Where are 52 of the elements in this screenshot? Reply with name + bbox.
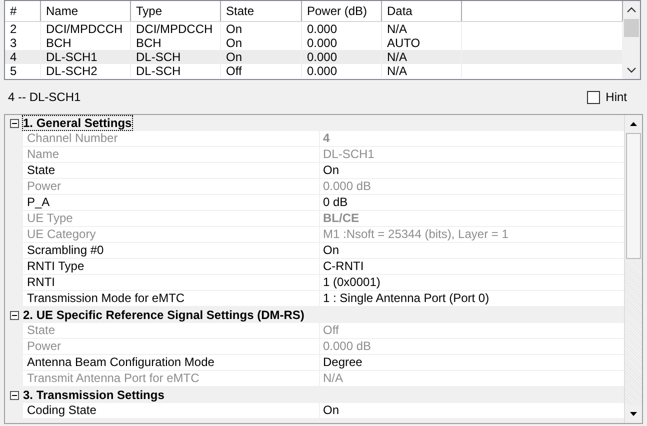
property-name[interactable]: Transmission Mode for eMTC	[23, 291, 320, 307]
property-name[interactable]: Antenna Beam Configuration Mode	[23, 355, 320, 371]
property-value[interactable]: On	[320, 403, 624, 419]
scroll-down-icon[interactable]	[629, 411, 638, 417]
table-cell: N/A	[382, 64, 462, 78]
category-title[interactable]: 3. Transmission Settings	[23, 388, 164, 402]
table-cell: 2	[5, 22, 41, 36]
selection-label: 4 -- DL-SCH1	[8, 90, 81, 104]
table-cell: DL-SCH	[131, 50, 221, 64]
table-cell: On	[221, 22, 302, 36]
property-value[interactable]: Degree	[320, 355, 624, 371]
table-cell: 5	[5, 64, 41, 78]
table-row[interactable]: 4 DL-SCH1 DL-SCH On 0.000 N/A	[5, 50, 623, 64]
collapse-icon[interactable]	[10, 390, 18, 400]
property-value[interactable]: 1 (0x0001)	[320, 275, 624, 291]
property-value[interactable]: On	[320, 163, 624, 179]
category-title[interactable]: 2. UE Specific Reference Signal Settings (DM-RS)	[23, 308, 304, 322]
scroll-thumb[interactable]	[624, 19, 639, 37]
table-cell: DCI/MPDCCH	[131, 22, 221, 36]
scroll-up-icon[interactable]	[627, 7, 636, 13]
scroll-down-icon[interactable]	[627, 67, 636, 73]
table-cell: DL-SCH2	[41, 64, 131, 78]
scrollbar[interactable]	[624, 115, 642, 423]
property-value[interactable]: C-RNTI	[320, 259, 624, 275]
property-value[interactable]: 0 dB	[320, 195, 624, 211]
collapse-icon[interactable]	[10, 118, 18, 128]
table-cell: 0.000	[302, 64, 382, 78]
table-cell: DL-SCH1	[41, 50, 131, 64]
collapse-icon[interactable]	[10, 310, 18, 320]
table-cell: On	[221, 50, 302, 64]
property-name[interactable]: Scrambling #0	[23, 243, 320, 259]
scrollbar[interactable]	[623, 1, 640, 79]
scroll-up-icon[interactable]	[629, 121, 638, 127]
checkbox[interactable]	[586, 90, 600, 104]
property-value[interactable]: 1 : Single Antenna Port (Port 0)	[320, 291, 624, 307]
hint-checkbox[interactable]: Hint	[586, 90, 627, 104]
property-name[interactable]: P_A	[23, 195, 320, 211]
table-cell: 0.000	[302, 50, 382, 64]
property-name[interactable]: RNTI Type	[23, 259, 320, 275]
table-cell: Off	[221, 64, 302, 78]
table-cell: N/A	[382, 22, 462, 36]
property-name[interactable]: RNTI	[23, 275, 320, 291]
table-cell: 4	[5, 50, 41, 64]
table-cell: 0.000	[302, 22, 382, 36]
scroll-thumb[interactable]	[626, 133, 641, 259]
table-cell: DL-SCH	[131, 64, 221, 78]
table-cell: N/A	[382, 50, 462, 64]
property-value[interactable]: On	[320, 243, 624, 259]
table-cell: DCI/MPDCCH	[41, 22, 131, 36]
property-name[interactable]: State	[23, 163, 320, 179]
property-name[interactable]: Coding State	[23, 403, 320, 419]
category-title[interactable]: 1. General Settings	[23, 116, 132, 130]
